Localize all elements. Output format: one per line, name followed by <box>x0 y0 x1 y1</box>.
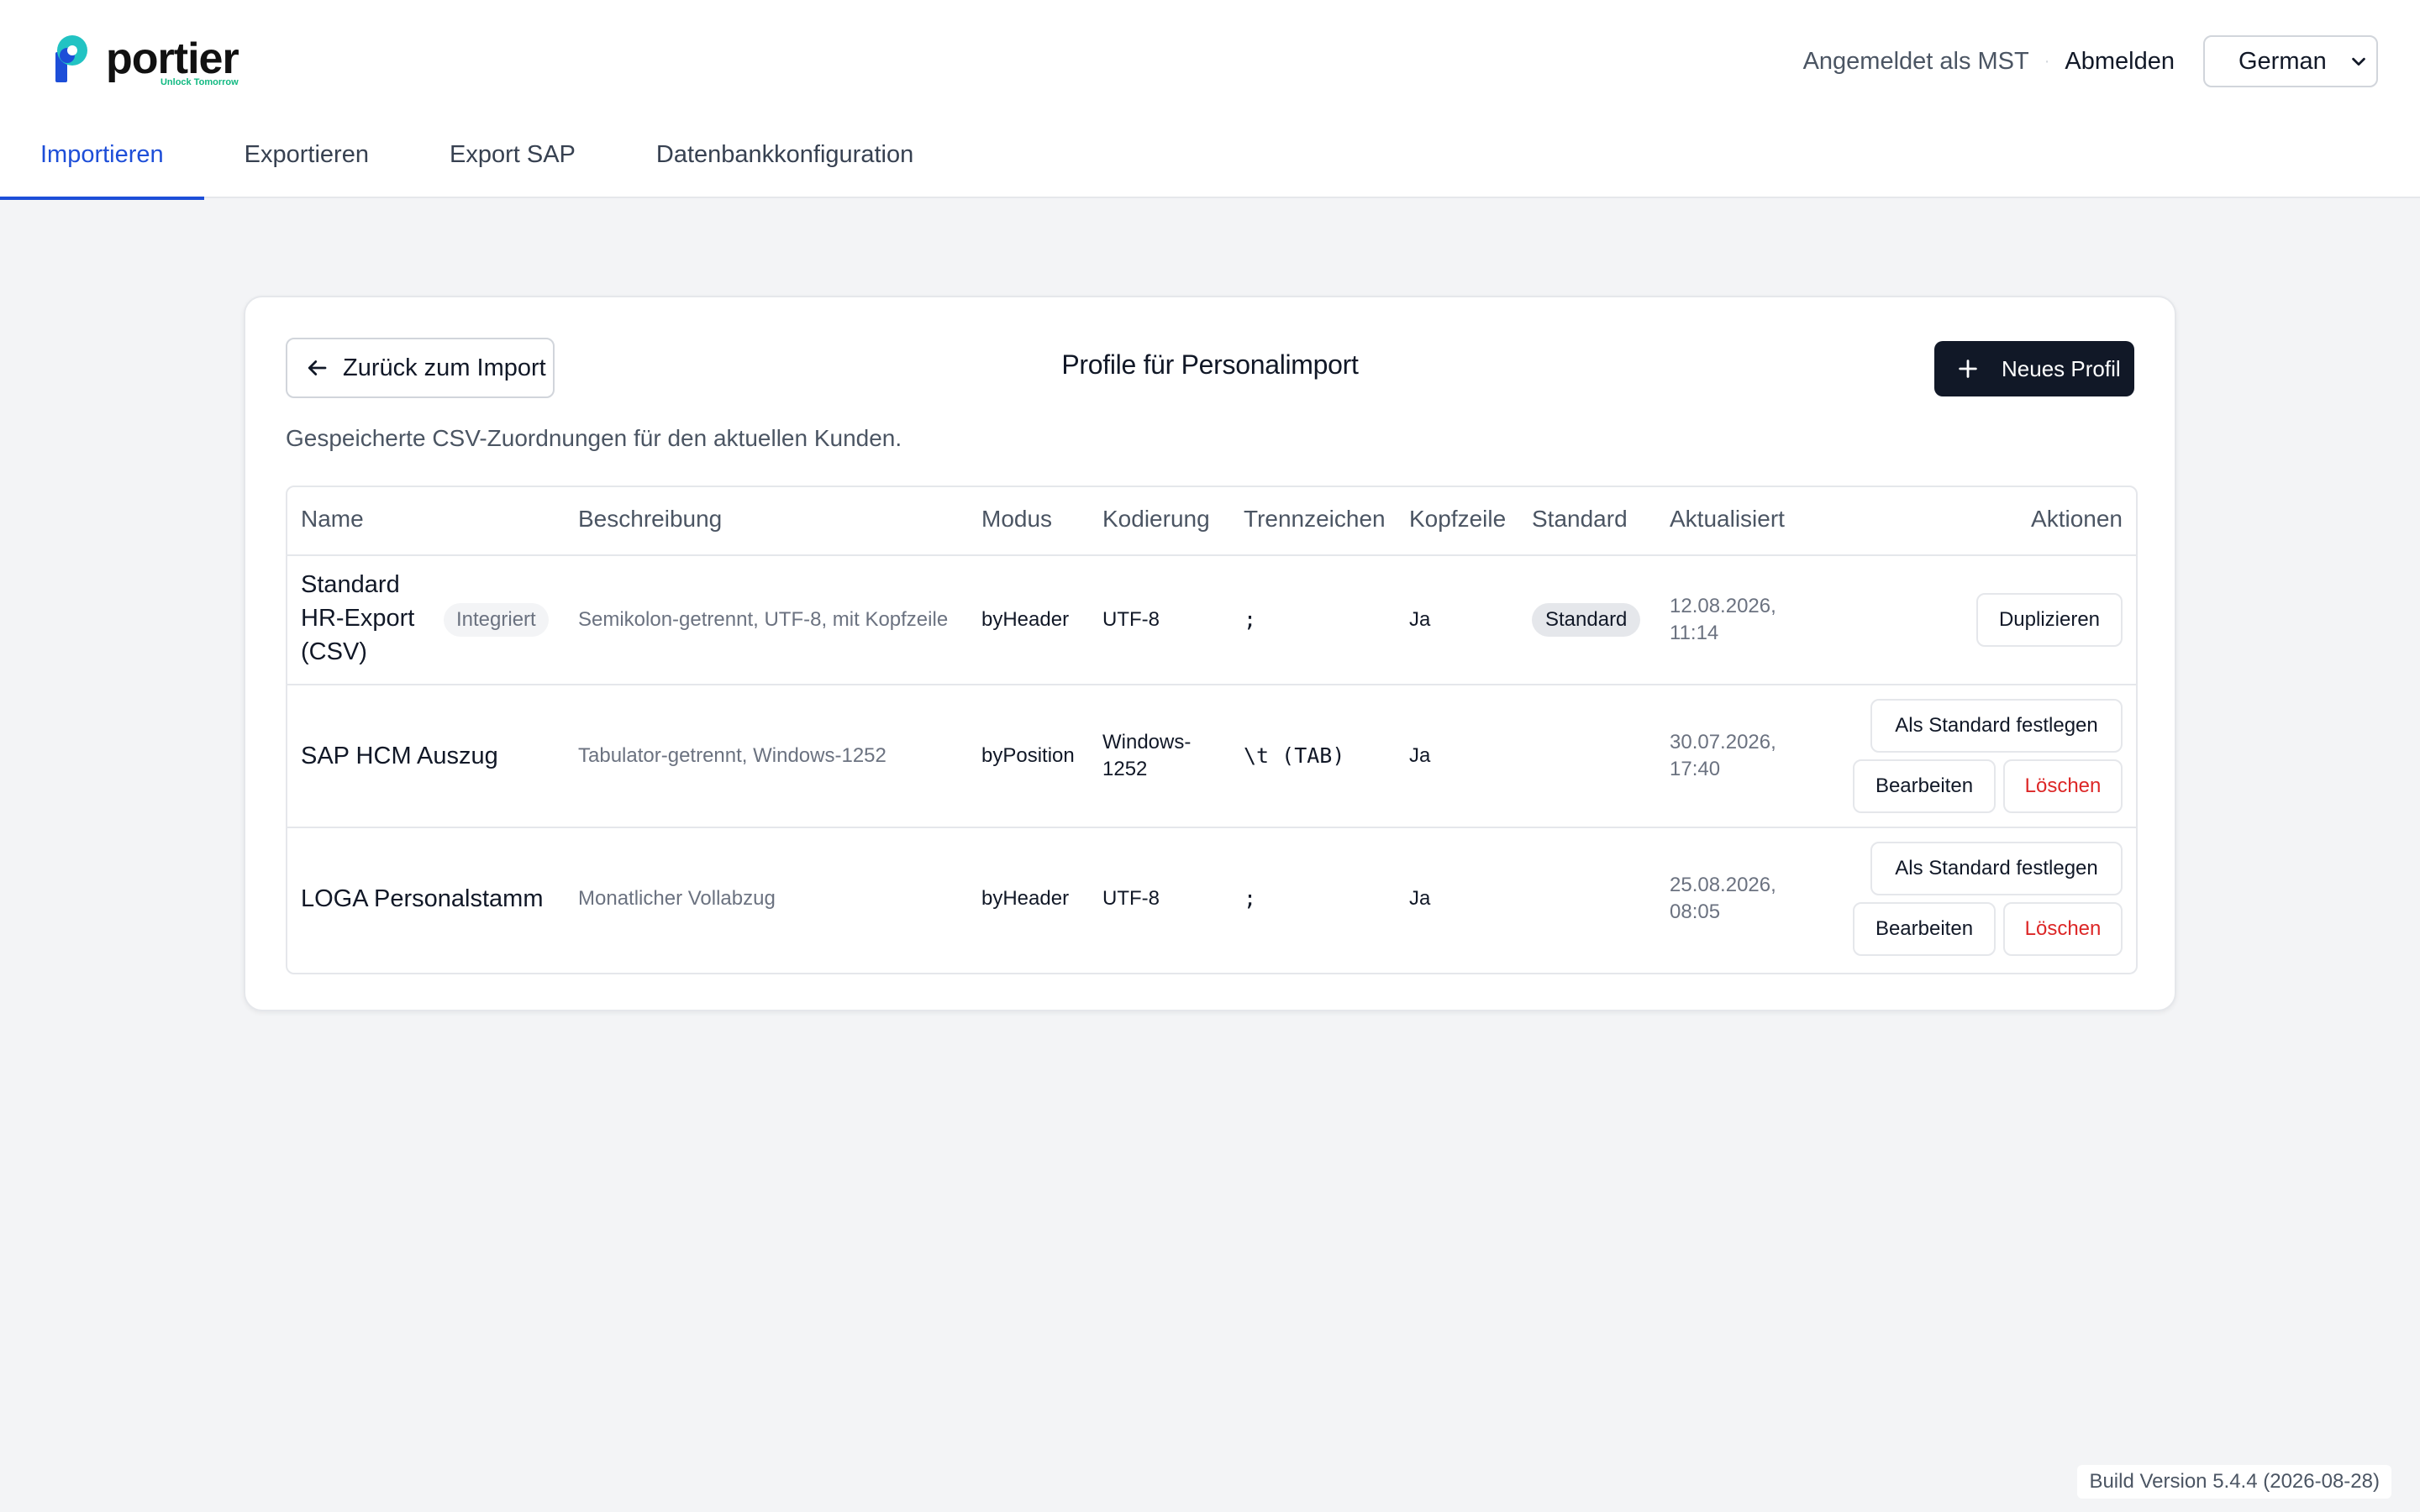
profile-encoding: UTF-8 <box>1102 608 1160 631</box>
separator-dot: · <box>2044 51 2050 71</box>
column-header-name: Name <box>301 506 364 532</box>
column-header-delimiter: Trennzeichen <box>1244 506 1386 532</box>
language-select[interactable]: German <box>2203 35 2378 87</box>
default-badge: Standard <box>1532 603 1641 637</box>
profile-mode: byPosition <box>981 744 1075 767</box>
new-profile-label: Neues Profil <box>2002 355 2121 381</box>
edit-button[interactable]: Bearbeiten <box>1853 902 1996 956</box>
profile-header-row: Ja <box>1409 744 1431 767</box>
set-default-button[interactable]: Als Standard festlegen <box>1870 842 2123 895</box>
profile-mode: byHeader <box>981 608 1070 631</box>
logo-text: portier Unlock Tomorrow <box>106 34 239 87</box>
column-header-default: Standard <box>1532 506 1628 532</box>
table-row: LOGA Personalstamm Monatlicher Vollabzug… <box>287 828 2136 973</box>
updated-time: 08:05 <box>1670 900 1721 923</box>
profile-encoding: Windows- 1252 <box>1102 729 1191 783</box>
duplicate-button[interactable]: Duplizieren <box>1976 593 2123 647</box>
profile-header-row: Ja <box>1409 887 1431 910</box>
updated-time: 17:40 <box>1670 758 1721 780</box>
table-header: Name Beschreibung Modus Kodierung Trennz… <box>287 487 2136 556</box>
updated-date: 12.08.2026, <box>1670 595 1776 617</box>
portier-logo[interactable]: portier Unlock Tomorrow <box>52 32 239 87</box>
chevron-down-icon <box>2352 57 2365 66</box>
updated-time: 11:14 <box>1670 622 1719 644</box>
profile-description: Tabulator-getrennt, Windows-1252 <box>578 744 886 767</box>
delete-button[interactable]: Löschen <box>2003 759 2123 813</box>
delete-button[interactable]: Löschen <box>2003 902 2123 956</box>
column-header-mode: Modus <box>981 506 1053 532</box>
page-subtitle: Gespeicherte CSV-Zuordnungen für den akt… <box>286 425 902 451</box>
profile-description: Monatlicher Vollabzug <box>578 887 776 910</box>
profile-delimiter: ; <box>1244 886 1257 911</box>
builtin-badge: Integriert <box>444 603 549 637</box>
logout-link[interactable]: Abmelden <box>2065 48 2175 76</box>
logo-wordmark: portier <box>106 34 239 83</box>
profile-encoding: UTF-8 <box>1102 887 1160 910</box>
profile-name-line: HR-Export <box>301 605 415 632</box>
main-tabs: Importieren Exportieren Export SAP Daten… <box>0 126 954 200</box>
column-header-description: Beschreibung <box>578 506 723 532</box>
column-header-encoding: Kodierung <box>1102 506 1210 532</box>
encoding-line: 1252 <box>1102 758 1148 780</box>
tab-export-sap[interactable]: Export SAP <box>409 126 616 198</box>
updated-date: 30.07.2026, <box>1670 731 1776 753</box>
encoding-line: Windows- <box>1102 731 1192 753</box>
profiles-table: Name Beschreibung Modus Kodierung Trennz… <box>286 486 2138 974</box>
profile-name-line: (CSV) <box>301 638 367 665</box>
profile-updated: 12.08.2026, 11:14 <box>1670 593 1776 647</box>
column-header-header-row: Kopfzeile <box>1409 506 1507 532</box>
portier-logo-mark-icon <box>55 35 87 82</box>
new-profile-button[interactable]: Neues Profil <box>1934 341 2134 396</box>
profile-mode: byHeader <box>981 887 1070 910</box>
tab-importieren[interactable]: Importieren <box>0 126 204 200</box>
profile-header-row: Ja <box>1409 608 1431 631</box>
profile-name-line: Standard <box>301 571 400 598</box>
column-header-updated: Aktualisiert <box>1670 506 1785 532</box>
profile-name: SAP HCM Auszug <box>301 743 498 769</box>
logo-tagline: Unlock Tomorrow <box>160 77 239 87</box>
edit-button[interactable]: Bearbeiten <box>1853 759 1996 813</box>
logged-in-text: Angemeldet als MST <box>1802 47 2029 75</box>
user-area: Angemeldet als MST · Abmelden German <box>1803 34 2378 89</box>
profile-updated: 25.08.2026, 08:05 <box>1670 872 1776 926</box>
set-default-button[interactable]: Als Standard festlegen <box>1870 699 2123 753</box>
plus-icon <box>1959 360 1977 378</box>
table-row: SAP HCM Auszug Tabulator-getrennt, Windo… <box>287 685 2136 828</box>
language-select-value: German <box>2238 47 2327 75</box>
top-header: portier Unlock Tomorrow Angemeldet als M… <box>0 0 2420 200</box>
profile-delimiter: \t (TAB) <box>1244 743 1345 768</box>
page-title: Profile für Personalimport <box>1061 349 1359 380</box>
profile-delimiter: ; <box>1244 607 1257 632</box>
profile-name: LOGA Personalstamm <box>301 885 544 912</box>
build-version: Build Version 5.4.4 (2026-08-28) <box>2077 1465 2391 1499</box>
tab-exportieren[interactable]: Exportieren <box>204 126 409 198</box>
profile-description: Semikolon-getrennt, UTF-8, mit Kopfzeile <box>578 608 949 631</box>
profiles-card: Zurück zum Import Profile für Personalim… <box>244 296 2176 1011</box>
updated-date: 25.08.2026, <box>1670 874 1776 896</box>
column-header-actions: Aktionen <box>2031 506 2123 532</box>
tab-datenbankkonfiguration[interactable]: Datenbankkonfiguration <box>616 126 954 198</box>
profile-updated: 30.07.2026, 17:40 <box>1670 729 1776 783</box>
profile-name: Standard HR-Export (CSV) <box>301 568 414 669</box>
table-row: Standard HR-Export (CSV) Integriert Semi… <box>287 556 2136 685</box>
